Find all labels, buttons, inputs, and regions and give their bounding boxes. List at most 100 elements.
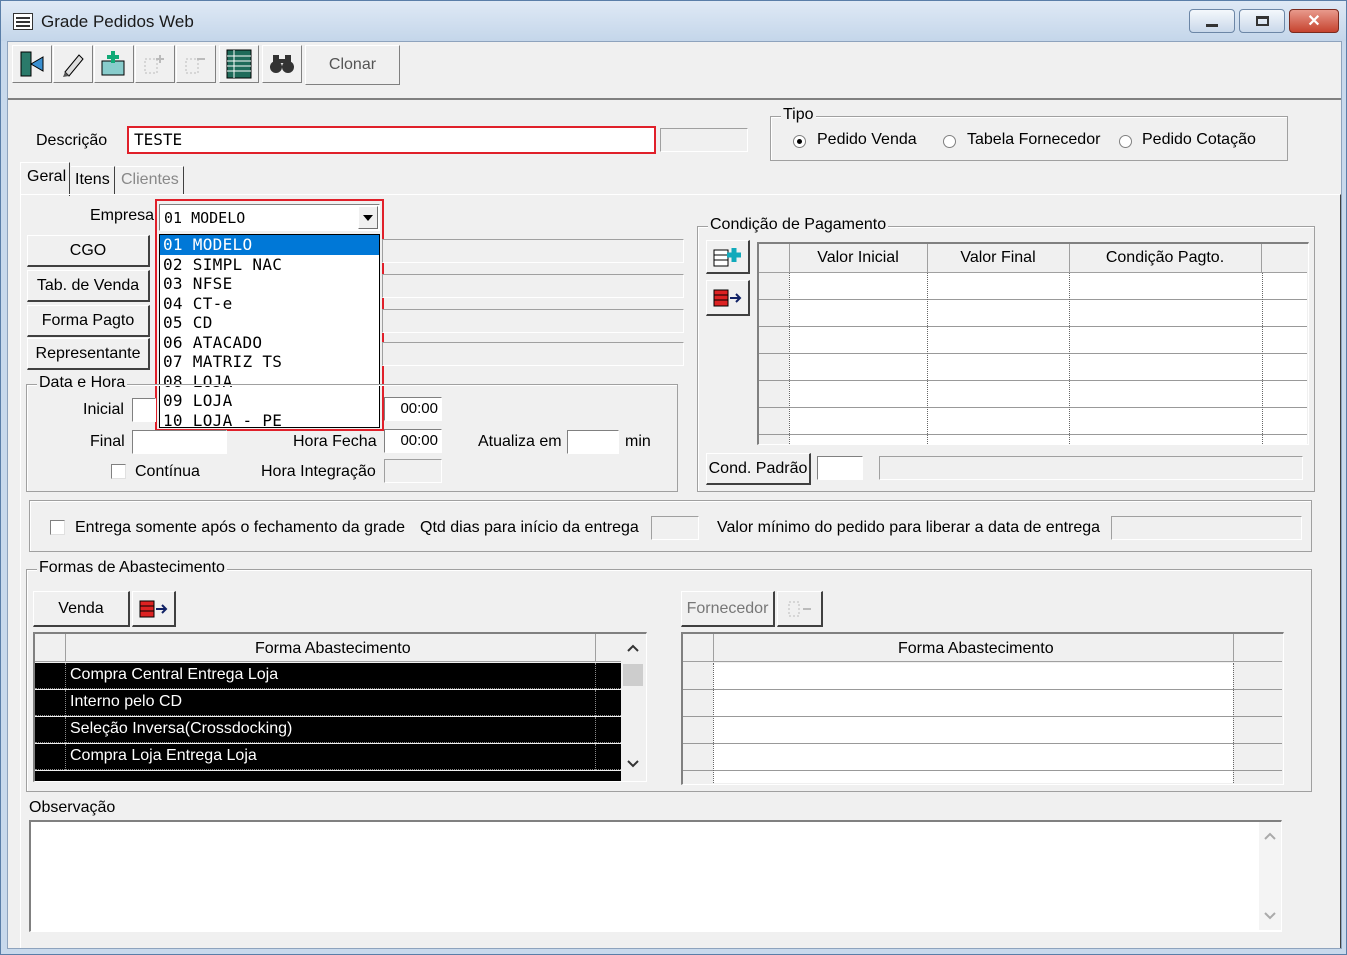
scroll-up-icon[interactable] <box>627 644 639 652</box>
search-button[interactable] <box>262 45 302 83</box>
venda-button[interactable]: Venda <box>33 591 130 627</box>
cond-padrao-button[interactable]: Cond. Padrão <box>706 453 811 485</box>
scroll-up-icon[interactable] <box>1264 832 1276 840</box>
inicial-date-input[interactable] <box>132 398 156 422</box>
table-row[interactable]: Compra Central Entrega Loja <box>35 663 621 689</box>
empresa-option[interactable]: 07 MATRIZ TS <box>160 352 379 372</box>
min-label: min <box>625 433 651 450</box>
add-condicao-button[interactable] <box>706 240 750 274</box>
tab-clientes[interactable]: Clientes <box>116 166 184 194</box>
scroll-thumb[interactable] <box>623 664 643 686</box>
table-row[interactable]: Interno pelo CD <box>35 690 621 716</box>
exit-button[interactable] <box>12 45 52 83</box>
final-date-input[interactable] <box>132 430 227 454</box>
minimize-icon <box>1206 23 1218 27</box>
empresa-option[interactable]: 05 CD <box>160 313 379 333</box>
close-button[interactable]: ✕ <box>1289 9 1339 33</box>
tab-itens[interactable]: Itens <box>71 166 115 194</box>
scroll-down-icon[interactable] <box>627 760 639 768</box>
valor-minimo-label: Valor mínimo do pedido para liberar a da… <box>717 519 1101 536</box>
representante-button[interactable]: Representante <box>27 338 150 370</box>
valor-minimo-input <box>1111 516 1302 540</box>
app-icon <box>13 13 33 30</box>
fornecedor-grid-header: Forma Abastecimento <box>683 634 1282 662</box>
descricao-input[interactable]: TESTE <box>127 126 656 154</box>
hora-fecha-label: Hora Fecha <box>293 433 377 450</box>
tab-venda-description-field <box>382 274 684 298</box>
hora-fecha-input[interactable]: 00:00 <box>384 429 442 453</box>
minimize-button[interactable] <box>1189 9 1235 33</box>
remove-row-icon <box>713 289 741 306</box>
condicao-grid-body <box>759 273 1307 444</box>
table-row-partial <box>35 771 621 781</box>
add-document-icon <box>101 51 125 76</box>
fornecedor-button: Fornecedor <box>681 591 775 627</box>
table-row[interactable]: Compra Loja Entrega Loja <box>35 744 621 770</box>
toolbar: Clonar <box>8 42 1341 100</box>
condicao-grid[interactable]: Valor Inicial Valor Final Condição Pagto… <box>757 242 1309 445</box>
empresa-option[interactable]: 06 ATACADO <box>160 333 379 353</box>
radio-pedido-cotacao[interactable] <box>1119 135 1132 148</box>
tipo-group: Tipo Pedido Venda Tabela Fornecedor Pedi… <box>770 106 1288 161</box>
qtd-dias-input <box>651 516 699 540</box>
forma-pagto-button[interactable]: Forma Pagto <box>27 305 150 337</box>
entrega-apos-fechamento-label: Entrega somente após o fechamento da gra… <box>75 519 405 536</box>
empresa-select[interactable]: 01 MODELO <box>159 204 380 231</box>
observacao-scrollbar[interactable] <box>1259 822 1281 930</box>
condicao-table: Valor Inicial Valor Final Condição Pagto… <box>759 244 1307 273</box>
col-condicao-pagto: Condição Pagto. <box>1069 244 1262 273</box>
tipo-title: Tipo <box>781 106 816 124</box>
hora-abre-input[interactable]: 00:00 <box>384 397 442 421</box>
observacao-label: Observação <box>29 799 116 816</box>
empresa-selected-value: 01 MODELO <box>164 209 246 227</box>
tab-itens-label: Itens <box>75 171 110 188</box>
atualiza-em-label: Atualiza em <box>478 433 562 450</box>
abastecimento-venda-grid[interactable]: Forma Abastecimento Compra Central Entre… <box>33 632 647 782</box>
continua-checkbox[interactable] <box>111 464 126 479</box>
observacao-textarea[interactable] <box>29 820 1282 932</box>
tab-venda-button[interactable]: Tab. de Venda <box>27 270 150 302</box>
grid-button[interactable] <box>219 45 259 83</box>
edit-button[interactable] <box>53 45 93 83</box>
cgo-button[interactable]: CGO <box>27 235 150 267</box>
pencil-icon <box>63 54 84 77</box>
add-row-icon <box>713 247 741 266</box>
radio-pedido-venda-label: Pedido Venda <box>817 131 917 148</box>
tab-geral-label: Geral <box>27 168 67 185</box>
continua-label: Contínua <box>135 463 200 480</box>
row-label: Compra Central Entrega Loja <box>70 666 279 683</box>
remove-abastecimento-button[interactable] <box>132 591 176 627</box>
insert-row-button <box>135 45 175 83</box>
empresa-option[interactable]: 04 CT-e <box>160 294 379 314</box>
add-button[interactable] <box>94 45 134 83</box>
radio-pedido-venda[interactable] <box>793 135 806 148</box>
abastecimento-title: Formas de Abastecimento <box>37 559 227 577</box>
vertical-scrollbar[interactable] <box>621 634 645 780</box>
empresa-option[interactable]: 03 NFSE <box>160 274 379 294</box>
qtd-dias-label: Qtd dias para início da entrega <box>420 519 639 536</box>
row-label: Compra Loja Entrega Loja <box>70 747 257 764</box>
abastecimento-fornecedor-grid: Forma Abastecimento <box>681 632 1284 785</box>
radio-pedido-cotacao-label: Pedido Cotação <box>1142 131 1256 148</box>
col-valor-final: Valor Final <box>927 244 1070 273</box>
empresa-dropdown-arrow[interactable] <box>358 206 378 229</box>
radio-tabela-fornecedor[interactable] <box>943 135 956 148</box>
entrega-apos-fechamento-checkbox[interactable] <box>50 520 65 535</box>
scroll-down-icon[interactable] <box>1264 912 1276 920</box>
clone-button[interactable]: Clonar <box>305 45 400 85</box>
maximize-icon <box>1255 16 1269 26</box>
cond-padrao-code-input[interactable] <box>817 456 863 480</box>
window-title: Grade Pedidos Web <box>41 12 194 31</box>
remove-row-icon <box>788 601 811 616</box>
row-label: Interno pelo CD <box>70 693 183 710</box>
tab-geral[interactable]: Geral <box>20 162 70 196</box>
remove-condicao-button[interactable] <box>706 280 750 316</box>
table-row[interactable]: Seleção Inversa(Crossdocking) <box>35 717 621 743</box>
atualiza-em-input[interactable] <box>567 430 619 454</box>
empresa-option[interactable]: 02 SIMPL NAC <box>160 255 379 275</box>
col-valor-inicial: Valor Inicial <box>789 244 928 273</box>
empresa-option[interactable]: 01 MODELO <box>160 235 379 255</box>
cgo-description-field <box>382 239 684 263</box>
tab-clientes-label: Clientes <box>121 171 179 188</box>
maximize-button[interactable] <box>1239 9 1285 33</box>
